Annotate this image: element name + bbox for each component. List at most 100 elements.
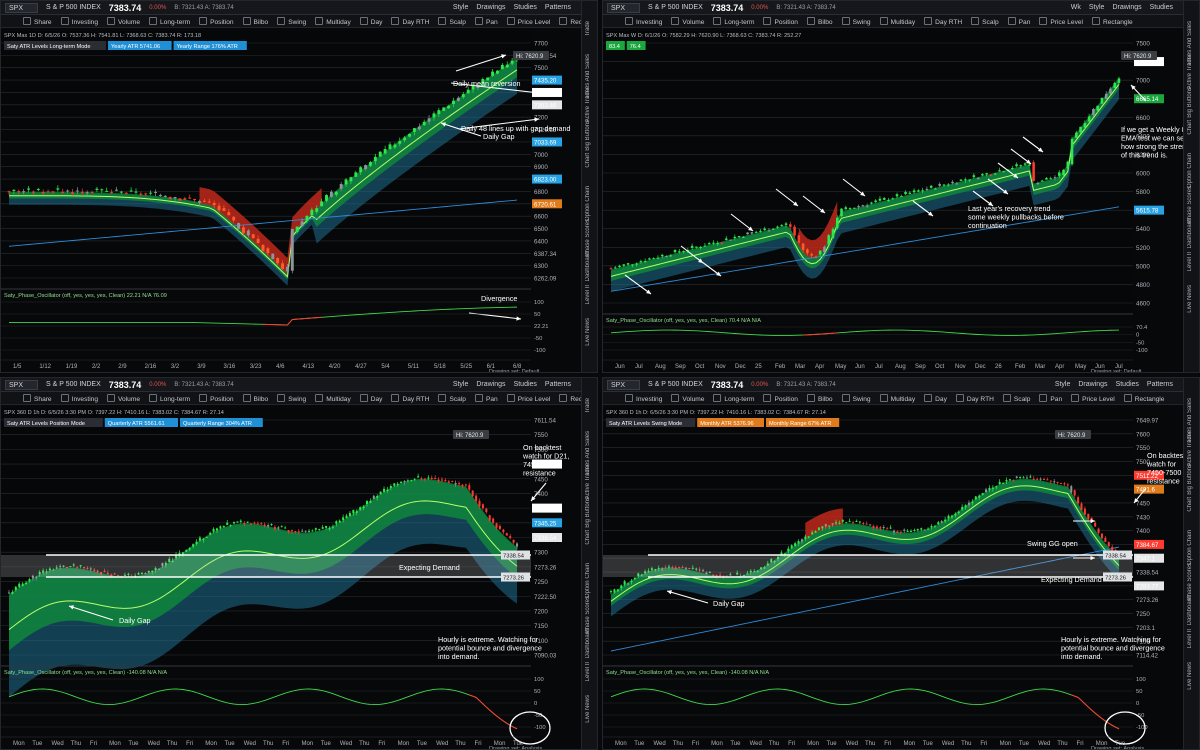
header-button-style[interactable]: Style — [1055, 381, 1071, 388]
toolbar-price-level[interactable]: Price Level — [507, 394, 551, 403]
header-button-style[interactable]: Style — [453, 4, 469, 11]
toolbar-bilbo[interactable]: Bilbo — [807, 394, 833, 403]
toolbar-day-rth[interactable]: Day RTH — [391, 17, 429, 26]
toolbar-long-term[interactable]: Long-term — [149, 17, 190, 26]
toolbar-long-term[interactable]: Long-term — [149, 394, 190, 403]
toolbar-rectangle[interactable]: Rectangle — [1092, 17, 1133, 26]
header-button-studies[interactable]: Studies — [514, 4, 537, 11]
header-button-studies[interactable]: Studies — [514, 381, 537, 388]
toolbar-investing[interactable]: Investing — [61, 17, 98, 26]
toolbar-price-level[interactable]: Price Level — [507, 17, 551, 26]
side-tab-live-news[interactable]: Live News — [1187, 285, 1193, 313]
toolbar-long-term[interactable]: Long-term — [713, 394, 754, 403]
symbol-select[interactable]: SPX — [607, 379, 641, 390]
side-tab-level-ii[interactable]: Level II — [585, 662, 591, 681]
toolbar-day-rth[interactable]: Day RTH — [956, 394, 994, 403]
symbol-select[interactable]: SPX — [5, 379, 39, 390]
toolbar-price-level[interactable]: Price Level — [1071, 394, 1115, 403]
toolbar-volume[interactable]: Volume — [107, 394, 140, 403]
toolbar-multiday[interactable]: Multiday — [315, 17, 351, 26]
toolbar-swing[interactable]: Swing — [842, 17, 871, 26]
side-tab-live-news[interactable]: Live News — [585, 318, 591, 346]
toolbar-pan[interactable]: Pan — [475, 394, 498, 403]
side-tab-big-buttons[interactable]: Big Buttons — [585, 497, 591, 528]
side-tab-live-news[interactable]: Live News — [585, 695, 591, 723]
toolbar-scalp[interactable]: Scalp — [438, 17, 466, 26]
toolbar-day[interactable]: Day — [360, 394, 383, 403]
side-tab-trade[interactable]: Trade — [585, 21, 591, 36]
header-button-patterns[interactable]: Patterns — [1147, 381, 1173, 388]
side-tab-chart[interactable]: Chart — [1187, 120, 1193, 135]
header-button-style[interactable]: Style — [1089, 4, 1105, 11]
toolbar-pan[interactable]: Pan — [475, 17, 498, 26]
side-tab-level-ii[interactable]: Level II — [1187, 252, 1193, 271]
side-tab-phase-scores[interactable]: Phase Scores — [1187, 563, 1193, 600]
toolbar-position[interactable]: Position — [199, 394, 233, 403]
toolbar-multiday[interactable]: Multiday — [880, 394, 916, 403]
toolbar-multiday[interactable]: Multiday — [880, 17, 916, 26]
toolbar-price-level[interactable]: Price Level — [1039, 17, 1083, 26]
side-tab-dashboard[interactable]: Dashboard — [1187, 219, 1193, 248]
toolbar-swing[interactable]: Swing — [277, 17, 306, 26]
side-tab-level-ii[interactable]: Level II — [585, 285, 591, 304]
side-tab-big-buttons[interactable]: Big Buttons — [585, 120, 591, 151]
header-button-patterns[interactable]: Patterns — [545, 4, 571, 11]
header-button-drawings[interactable]: Drawings — [476, 381, 505, 388]
toolbar-long-term[interactable]: Long-term — [713, 17, 754, 26]
toolbar-volume[interactable]: Volume — [671, 17, 704, 26]
side-tab-chart[interactable]: Chart — [585, 153, 591, 168]
toolbar-position[interactable]: Position — [763, 17, 797, 26]
side-tab-option-chain[interactable]: Option Chain — [1187, 153, 1193, 188]
toolbar-investing[interactable]: Investing — [625, 394, 662, 403]
side-tab-dashboard[interactable]: Dashboard — [585, 252, 591, 281]
toolbar-scalp[interactable]: Scalp — [1003, 394, 1031, 403]
toolbar-scalp[interactable]: Scalp — [438, 394, 466, 403]
side-tab-option-chain[interactable]: Option Chain — [585, 563, 591, 598]
chart-panel-hourly-position[interactable]: 7611.54 7550 7500 7488.88 7450 7400 7384.67 734… — [0, 377, 598, 750]
symbol-select[interactable]: SPX — [5, 2, 39, 13]
toolbar-pan[interactable]: Pan — [1008, 17, 1031, 26]
toolbar-volume[interactable]: Volume — [107, 17, 140, 26]
side-tab-dashboard[interactable]: Dashboard — [585, 629, 591, 658]
toolbar-bilbo[interactable]: Bilbo — [243, 394, 269, 403]
header-button-studies[interactable]: Studies — [1150, 4, 1173, 11]
side-tab-option-chain[interactable]: Option Chain — [585, 186, 591, 221]
side-tab-live-news[interactable]: Live News — [1187, 662, 1193, 690]
side-tab-big-buttons[interactable]: Big Buttons — [1187, 464, 1193, 495]
toolbar-swing[interactable]: Swing — [842, 394, 871, 403]
side-tab-chart[interactable]: Chart — [1187, 497, 1193, 512]
chart-canvas[interactable]: 77007586.5475007435.207383.747303.467200… — [1, 1, 583, 373]
chart-panel-hourly-swing[interactable]: 7649.97 7600 7550 7500 7511.22 7491.6 7450 7430… — [602, 377, 1200, 750]
side-tab-phase-scores[interactable]: Phase Scores — [1187, 186, 1193, 223]
toolbar-multiday[interactable]: Multiday — [315, 394, 351, 403]
chart-panel-daily[interactable]: 77007586.5475007435.207383.747303.467200… — [0, 0, 598, 373]
header-button-drawings[interactable]: Drawings — [476, 4, 505, 11]
chart-canvas[interactable]: 7649.977600755075007511.227491.674507430… — [603, 378, 1185, 750]
toolbar-share[interactable]: Share — [23, 394, 52, 403]
side-tab-dashboard[interactable]: Dashboard — [1187, 596, 1193, 625]
toolbar-day-rth[interactable]: Day RTH — [391, 394, 429, 403]
side-tab-trade[interactable]: Trade — [585, 398, 591, 413]
toolbar-day[interactable]: Day — [360, 17, 383, 26]
side-tab-level-ii[interactable]: Level II — [1187, 629, 1193, 648]
side-tab-option-chain[interactable]: Option Chain — [1187, 530, 1193, 565]
toolbar-day[interactable]: Day — [924, 394, 947, 403]
toolbar-bilbo[interactable]: Bilbo — [243, 17, 269, 26]
toolbar-investing[interactable]: Investing — [61, 394, 98, 403]
toolbar-position[interactable]: Position — [763, 394, 797, 403]
side-tab-active-trader[interactable]: Active Trader — [1187, 431, 1193, 466]
toolbar-pan[interactable]: Pan — [1039, 394, 1062, 403]
toolbar-bilbo[interactable]: Bilbo — [807, 17, 833, 26]
side-tab-big-buttons[interactable]: Big Buttons — [1187, 87, 1193, 118]
header-button-drawings[interactable]: Drawings — [1112, 4, 1141, 11]
side-tab-chart[interactable]: Chart — [585, 530, 591, 545]
toolbar-share[interactable]: Share — [23, 17, 52, 26]
symbol-select[interactable]: SPX — [607, 2, 641, 13]
header-button-studies[interactable]: Studies — [1116, 381, 1139, 388]
toolbar-volume[interactable]: Volume — [671, 394, 704, 403]
header-button-style[interactable]: Style — [453, 381, 469, 388]
toolbar-rectangle[interactable]: Rectangle — [1124, 394, 1165, 403]
header-button-drawings[interactable]: Drawings — [1078, 381, 1107, 388]
header-button-patterns[interactable]: Patterns — [545, 381, 571, 388]
chart-canvas[interactable]: 7611.54755075007488.88745074007384.67734… — [1, 378, 583, 750]
